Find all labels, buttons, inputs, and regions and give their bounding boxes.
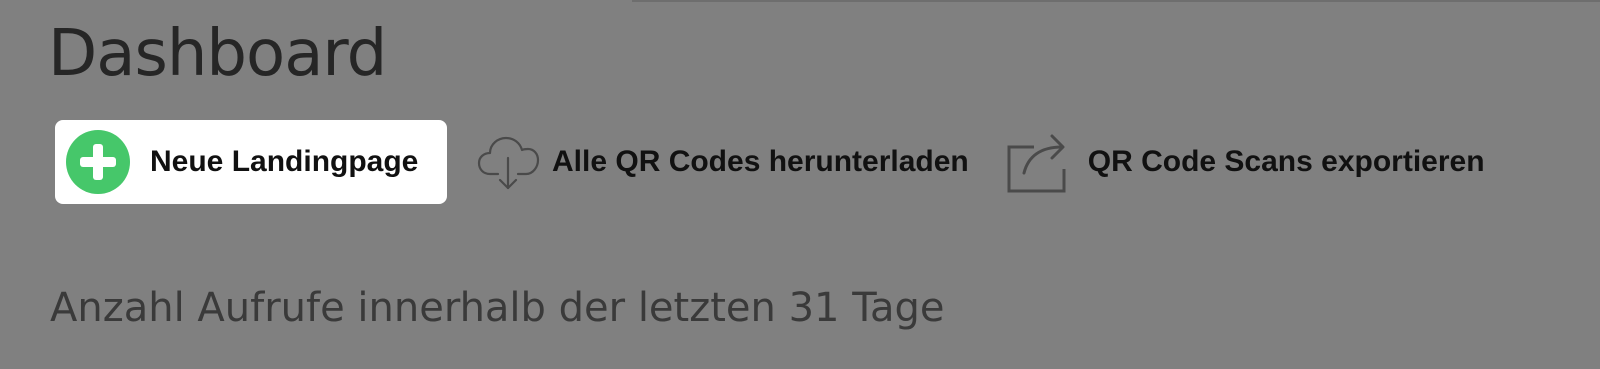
action-bar: Neue Landingpage Alle QR Codes herunterl… (55, 120, 1485, 204)
cloud-download-icon (476, 130, 540, 194)
download-qr-codes-button[interactable]: Alle QR Codes herunterladen (476, 120, 969, 204)
top-divider (632, 0, 1600, 2)
new-landingpage-label: Neue Landingpage (150, 145, 419, 178)
page-title: Dashboard (48, 17, 387, 91)
new-landingpage-button[interactable]: Neue Landingpage (55, 120, 447, 204)
export-scans-label: QR Code Scans exportieren (1087, 145, 1485, 178)
export-scans-button[interactable]: QR Code Scans exportieren (1006, 120, 1485, 204)
stats-heading: Anzahl Aufrufe innerhalb der letzten 31 … (50, 285, 945, 331)
share-export-icon (1006, 129, 1068, 195)
download-qr-codes-label: Alle QR Codes herunterladen (552, 145, 969, 178)
plus-circle-icon (66, 130, 130, 194)
